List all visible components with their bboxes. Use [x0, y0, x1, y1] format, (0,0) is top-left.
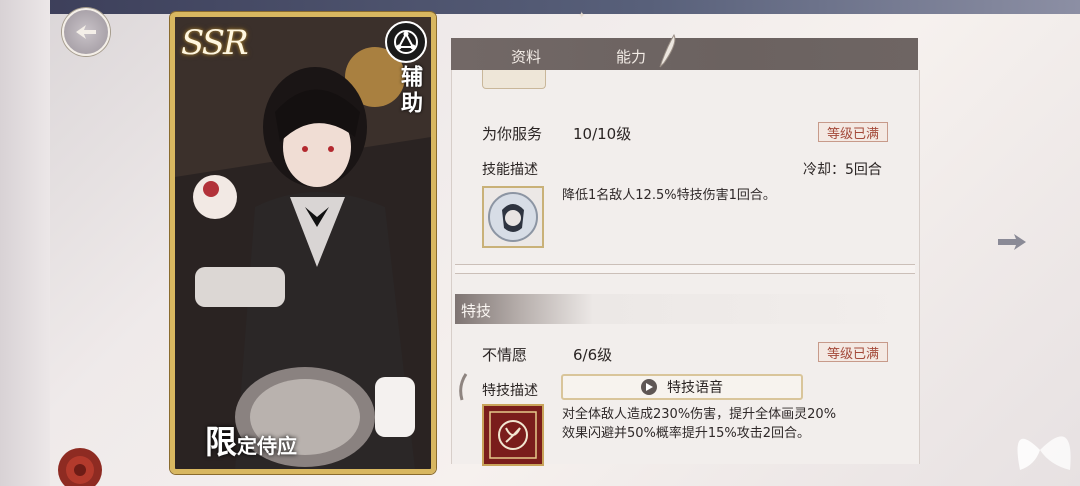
special-voice-button[interactable]: 特技语音: [561, 374, 803, 400]
limited-title: 定侍应: [237, 434, 298, 458]
limited-label: 限定侍应: [205, 417, 297, 463]
skill-maxed-badge: 等级已满: [818, 122, 888, 142]
rarity-label: SSR: [181, 23, 249, 63]
skill-icon[interactable]: [482, 186, 544, 248]
special-section-label: 特技: [461, 302, 492, 320]
character-card[interactable]: SSR 辅助 限定侍应: [170, 12, 436, 474]
role-label: 辅助: [397, 65, 422, 117]
special-maxed-badge: 等级已满: [818, 342, 888, 362]
special-description-line2: 效果闪避并50%概率提升15%攻击2回合。: [562, 426, 811, 441]
skill-name: 为你服务: [482, 125, 543, 143]
skill-desc-label: 技能描述: [482, 162, 538, 178]
feather-decoration-icon: [459, 373, 468, 401]
special-level: 6/6级: [573, 346, 613, 364]
top-strip: [0, 0, 1080, 14]
limited-big-char: 限: [205, 423, 238, 461]
tab-separator-icon: ✦: [578, 11, 586, 21]
special-desc-label: 特技描述: [482, 383, 538, 399]
special-name: 不情愿: [482, 346, 528, 364]
left-backdrop: [0, 0, 50, 486]
rose-decoration-icon: [58, 448, 102, 486]
next-character-arrow-icon[interactable]: [996, 230, 1028, 254]
skill-cooldown: 冷却：5回合: [803, 162, 882, 178]
skill-level: 10/10级: [573, 125, 632, 143]
tab-profile[interactable]: 资料: [511, 46, 541, 67]
section-divider: [455, 264, 915, 274]
butterfly-decoration-icon: [1017, 436, 1071, 470]
panel-tab-notch: [482, 70, 546, 89]
quill-icon: [659, 33, 676, 68]
back-button[interactable]: [62, 8, 110, 56]
special-section-header: [455, 294, 915, 324]
play-icon: [641, 379, 657, 395]
special-icon[interactable]: [482, 404, 544, 466]
back-arrow-icon: [76, 25, 96, 39]
special-voice-label: 特技语音: [667, 380, 723, 396]
class-badge-icon: [385, 21, 427, 63]
special-description-line1: 对全体敌人造成230%伤害，提升全体画灵20%: [562, 407, 837, 422]
tab-ability[interactable]: 能力: [616, 46, 646, 67]
skill-description: 降低1名敌人12.5%特技伤害1回合。: [562, 188, 776, 203]
